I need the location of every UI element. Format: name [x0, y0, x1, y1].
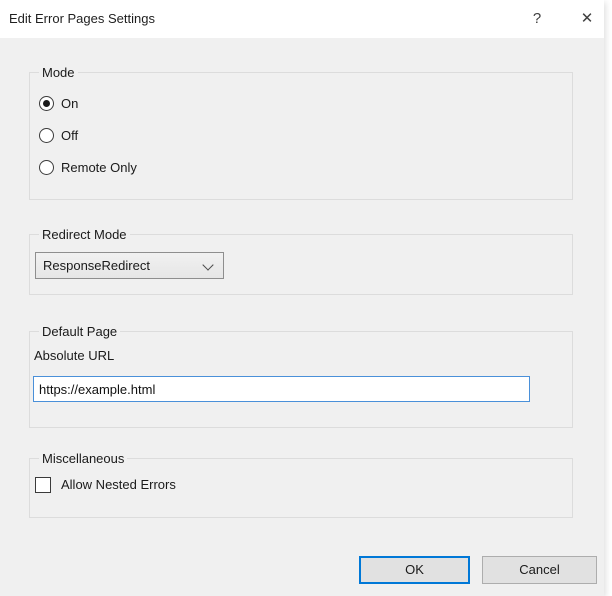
redirect-mode-dropdown-value: ResponseRedirect — [43, 253, 150, 278]
miscellaneous-group-label: Miscellaneous — [39, 451, 127, 466]
radio-off-icon[interactable] — [39, 128, 54, 143]
edit-error-pages-settings-dialog: Edit Error Pages Settings ? ✕ Mode On Of… — [0, 0, 604, 596]
default-page-groupbox: Default Page Absolute URL — [29, 331, 573, 428]
redirect-mode-dropdown[interactable]: ResponseRedirect — [35, 252, 224, 279]
title-bar: Edit Error Pages Settings ? ✕ — [0, 0, 604, 38]
radio-on-label[interactable]: On — [61, 96, 78, 111]
redirect-mode-groupbox: Redirect Mode ResponseRedirect — [29, 234, 573, 295]
radio-remote-only-label[interactable]: Remote Only — [61, 160, 137, 175]
radio-off-label[interactable]: Off — [61, 128, 78, 143]
radio-row-remote-only[interactable]: Remote Only — [30, 160, 330, 176]
help-icon[interactable]: ? — [522, 0, 552, 38]
allow-nested-errors-label[interactable]: Allow Nested Errors — [61, 476, 176, 493]
allow-nested-errors-checkbox[interactable] — [35, 477, 51, 493]
radio-row-off[interactable]: Off — [30, 128, 330, 144]
radio-row-on[interactable]: On — [30, 96, 330, 112]
window-title: Edit Error Pages Settings — [9, 0, 155, 38]
chevron-down-icon — [202, 259, 213, 270]
mode-group-label: Mode — [39, 65, 78, 80]
ok-button[interactable]: OK — [359, 556, 470, 584]
mode-groupbox: Mode On Off Remote Only — [29, 72, 573, 200]
radio-remote-only-icon[interactable] — [39, 160, 54, 175]
absolute-url-label: Absolute URL — [34, 348, 114, 363]
close-icon[interactable]: ✕ — [572, 0, 602, 38]
cancel-button[interactable]: Cancel — [482, 556, 597, 584]
radio-on-icon[interactable] — [39, 96, 54, 111]
default-page-group-label: Default Page — [39, 324, 120, 339]
miscellaneous-groupbox: Miscellaneous Allow Nested Errors — [29, 458, 573, 518]
absolute-url-input[interactable] — [33, 376, 530, 402]
redirect-mode-group-label: Redirect Mode — [39, 227, 130, 242]
